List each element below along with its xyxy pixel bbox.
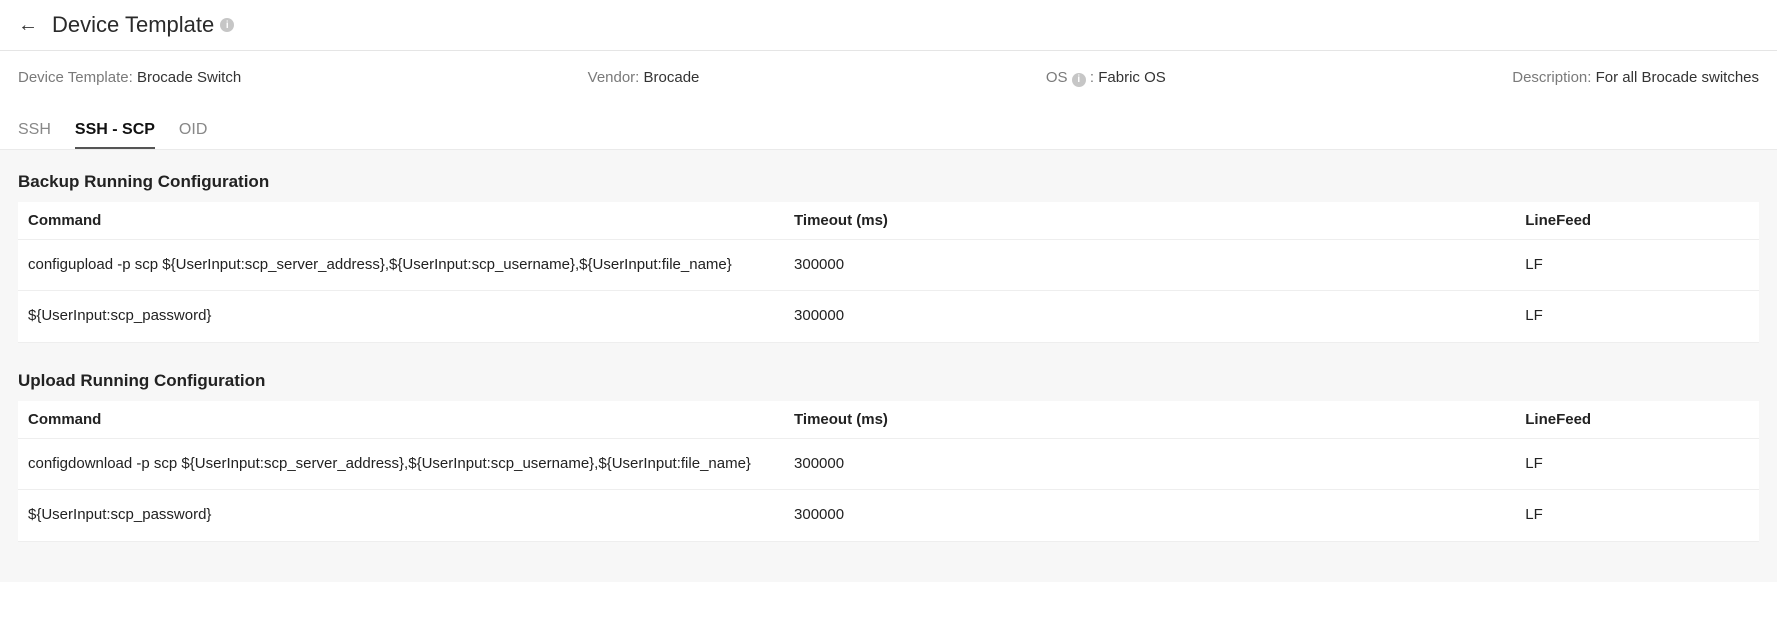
cell-command: ${UserInput:scp_password} [18,291,784,343]
meta-vendor-label: Vendor: [588,69,640,86]
info-icon[interactable]: i [220,18,234,32]
col-command-header: Command [18,401,784,439]
content-area: Backup Running Configuration Command Tim… [0,150,1777,582]
meta-template-label: Device Template: [18,69,133,86]
cell-timeout: 300000 [784,291,1515,343]
back-arrow-icon[interactable]: ← [18,15,38,35]
meta-os-value: Fabric OS [1098,69,1166,86]
table-row: ${UserInput:scp_password} 300000 LF [18,291,1759,343]
meta-description-value: For all Brocade switches [1596,69,1759,86]
backup-table: Command Timeout (ms) LineFeed configuplo… [18,202,1759,343]
tabs: SSH SSH - SCP OID [0,115,1777,150]
table-row: ${UserInput:scp_password} 300000 LF [18,490,1759,542]
page-title-text: Device Template [52,12,214,38]
meta-os-label: OS [1046,69,1068,86]
meta-template: Device Template: Brocade Switch [18,69,241,87]
os-info-icon[interactable]: i [1072,73,1086,87]
meta-template-value: Brocade Switch [137,69,241,86]
cell-command: configdownload -p scp ${UserInput:scp_se… [18,438,784,490]
meta-vendor: Vendor: Brocade [588,69,700,87]
meta-os-suffix: : [1090,69,1094,86]
cell-timeout: 300000 [784,490,1515,542]
cell-timeout: 300000 [784,438,1515,490]
cell-timeout: 300000 [784,239,1515,291]
tab-ssh[interactable]: SSH [18,115,51,149]
meta-description-label: Description: [1512,69,1591,86]
col-timeout-header: Timeout (ms) [784,202,1515,240]
col-command-header: Command [18,202,784,240]
upload-table: Command Timeout (ms) LineFeed configdown… [18,401,1759,542]
table-row: configdownload -p scp ${UserInput:scp_se… [18,438,1759,490]
meta-os: OS i : Fabric OS [1046,69,1166,87]
meta-row: Device Template: Brocade Switch Vendor: … [0,51,1777,115]
table-row: configupload -p scp ${UserInput:scp_serv… [18,239,1759,291]
col-timeout-header: Timeout (ms) [784,401,1515,439]
cell-linefeed: LF [1515,239,1759,291]
cell-linefeed: LF [1515,438,1759,490]
cell-linefeed: LF [1515,490,1759,542]
col-linefeed-header: LineFeed [1515,401,1759,439]
cell-command: configupload -p scp ${UserInput:scp_serv… [18,239,784,291]
section-title-backup: Backup Running Configuration [18,172,1759,192]
tab-oid[interactable]: OID [179,115,207,149]
page-title: Device Template i [52,12,234,38]
tab-ssh-scp[interactable]: SSH - SCP [75,115,155,149]
cell-linefeed: LF [1515,291,1759,343]
meta-vendor-value: Brocade [644,69,700,86]
meta-description: Description: For all Brocade switches [1512,69,1759,87]
section-title-upload: Upload Running Configuration [18,371,1759,391]
col-linefeed-header: LineFeed [1515,202,1759,240]
header-bar: ← Device Template i [0,0,1777,51]
cell-command: ${UserInput:scp_password} [18,490,784,542]
